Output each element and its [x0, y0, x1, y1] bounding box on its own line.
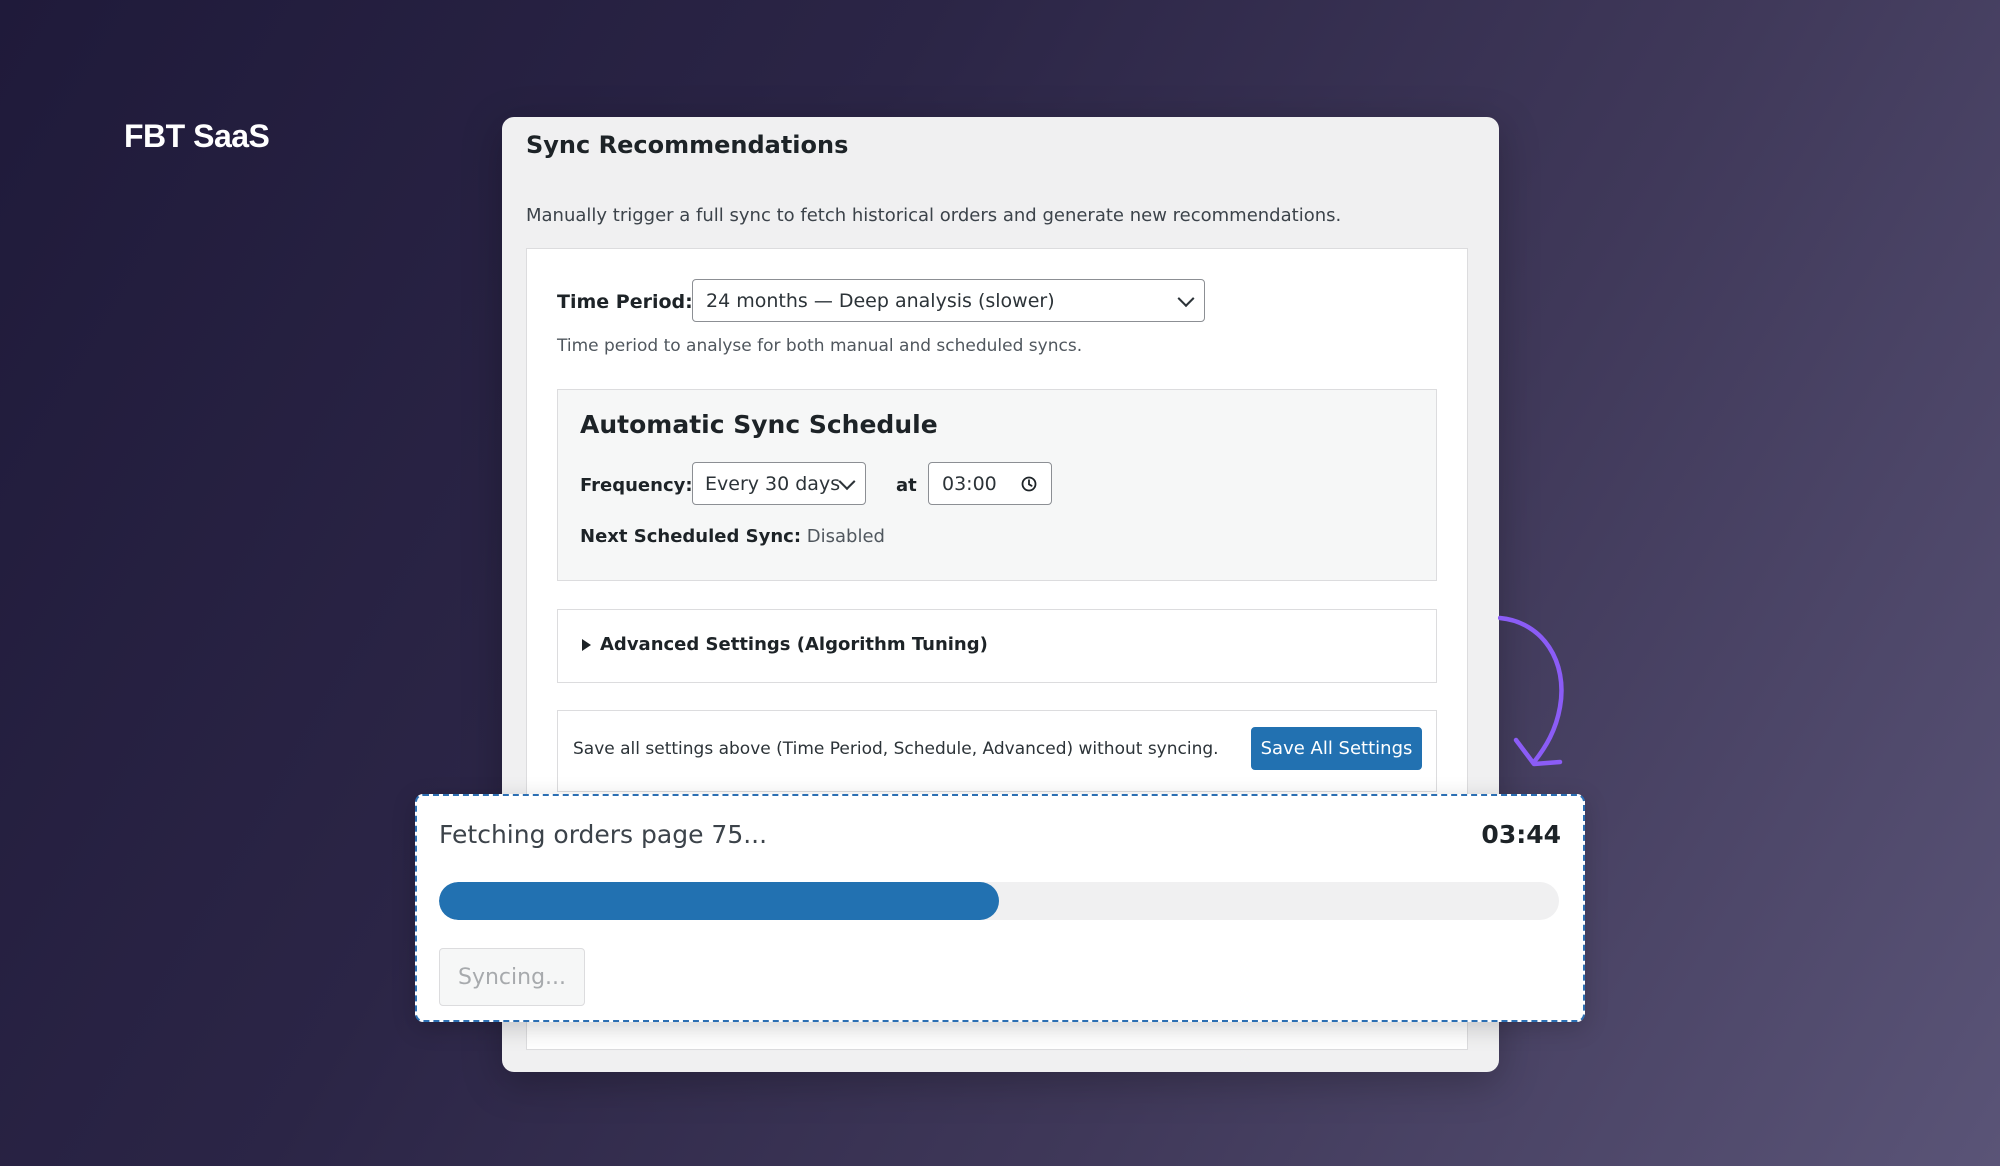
frequency-select[interactable]: Every 30 days [692, 462, 866, 505]
frequency-value: Every 30 days [705, 472, 841, 495]
save-all-settings-button[interactable]: Save All Settings [1251, 727, 1422, 770]
schedule-section: Automatic Sync Schedule Frequency: Every… [557, 389, 1437, 581]
save-description: Save all settings above (Time Period, Sc… [573, 739, 1219, 759]
advanced-settings-label: Advanced Settings (Algorithm Tuning) [600, 634, 988, 655]
next-sync-info: Next Scheduled Sync: Disabled [580, 526, 885, 547]
chevron-down-icon [838, 472, 856, 490]
save-section: Save all settings above (Time Period, Sc… [557, 710, 1437, 792]
advanced-settings-toggle[interactable]: Advanced Settings (Algorithm Tuning) [557, 609, 1437, 683]
card-description: Manually trigger a full sync to fetch hi… [526, 205, 1342, 226]
syncing-button[interactable]: Syncing... [439, 948, 585, 1006]
progress-bar [439, 882, 1559, 920]
elapsed-time: 03:44 [1481, 820, 1561, 849]
time-period-select[interactable]: 24 months — Deep analysis (slower) [692, 279, 1205, 322]
time-period-value: 24 months — Deep analysis (slower) [706, 289, 1055, 312]
time-period-label: Time Period: [557, 291, 693, 313]
curved-arrow-icon [1498, 615, 1564, 767]
chevron-down-icon [1177, 289, 1195, 307]
sync-progress-panel: Fetching orders page 75... 03:44 Syncing… [415, 794, 1585, 1022]
frequency-label: Frequency: [580, 475, 693, 496]
triangle-right-icon [582, 639, 591, 651]
progress-bar-fill [439, 882, 999, 920]
at-label: at [896, 475, 917, 496]
progress-status: Fetching orders page 75... [439, 820, 768, 849]
time-period-help: Time period to analyse for both manual a… [557, 336, 1083, 356]
schedule-title: Automatic Sync Schedule [580, 410, 938, 439]
next-sync-label: Next Scheduled Sync: [580, 526, 802, 547]
brand-logo: FBT SaaS [124, 118, 270, 154]
clock-icon [1021, 476, 1037, 491]
next-sync-value: Disabled [806, 526, 885, 547]
sync-time-input[interactable]: 03:00 [928, 462, 1052, 505]
sync-time-value: 03:00 [942, 472, 997, 495]
card-title: Sync Recommendations [526, 131, 849, 159]
